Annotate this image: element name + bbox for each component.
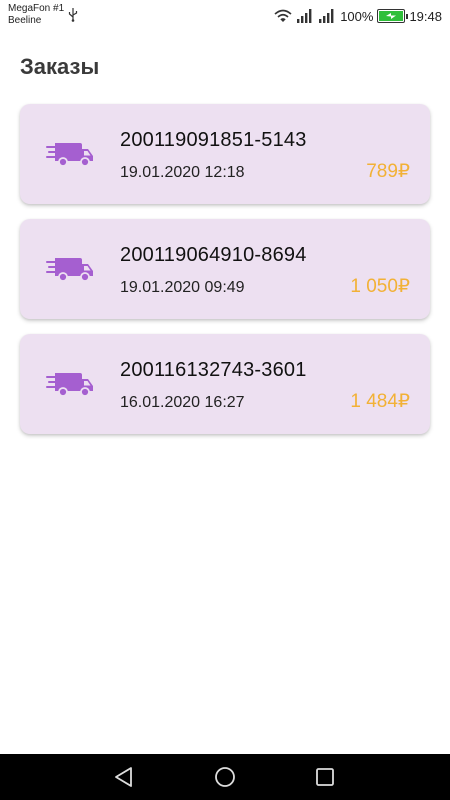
recents-icon[interactable] [313, 765, 337, 789]
status-bar: MegaFon #1 Beeline 100% 19:48 [0, 0, 450, 32]
order-date: 16.01.2020 16:27 [120, 394, 245, 411]
navigation-bar [0, 754, 450, 800]
order-card[interactable]: 200119091851-5143 19.01.2020 12:18 789₽ [20, 104, 430, 204]
home-icon[interactable] [213, 765, 237, 789]
order-price: 1 050₽ [350, 276, 410, 297]
clock: 19:48 [409, 8, 442, 24]
order-price: 1 484₽ [350, 391, 410, 412]
delivery-truck-icon [46, 143, 93, 167]
order-date: 19.01.2020 09:49 [120, 279, 245, 296]
delivery-truck-icon [46, 258, 93, 282]
orders-list: 200119091851-5143 19.01.2020 12:18 789₽ … [20, 104, 430, 449]
order-card[interactable]: 200116132743-3601 16.01.2020 16:27 1 484… [20, 334, 430, 434]
carrier-2: Beeline [8, 15, 42, 26]
signal-icon [319, 9, 334, 23]
order-card[interactable]: 200119064910-8694 19.01.2020 09:49 1 050… [20, 219, 430, 319]
carrier-info: MegaFon #1 Beeline [8, 3, 64, 27]
order-number: 200119091851-5143 [120, 129, 307, 151]
page-title: Заказы [20, 54, 100, 79]
order-price: 789₽ [366, 161, 410, 182]
status-icons: 100% 19:48 [274, 6, 442, 26]
signal-icon [297, 9, 312, 23]
carrier-1: MegaFon #1 [8, 3, 65, 14]
battery-level: 100% [340, 8, 374, 24]
order-date: 19.01.2020 12:18 [120, 164, 245, 181]
usb-icon [68, 8, 78, 22]
order-number: 200119064910-8694 [120, 244, 307, 266]
wifi-icon [274, 9, 292, 22]
delivery-truck-icon [46, 373, 93, 397]
order-number: 200116132743-3601 [120, 359, 307, 381]
battery-charging-icon [377, 9, 409, 23]
back-icon[interactable] [112, 765, 136, 789]
